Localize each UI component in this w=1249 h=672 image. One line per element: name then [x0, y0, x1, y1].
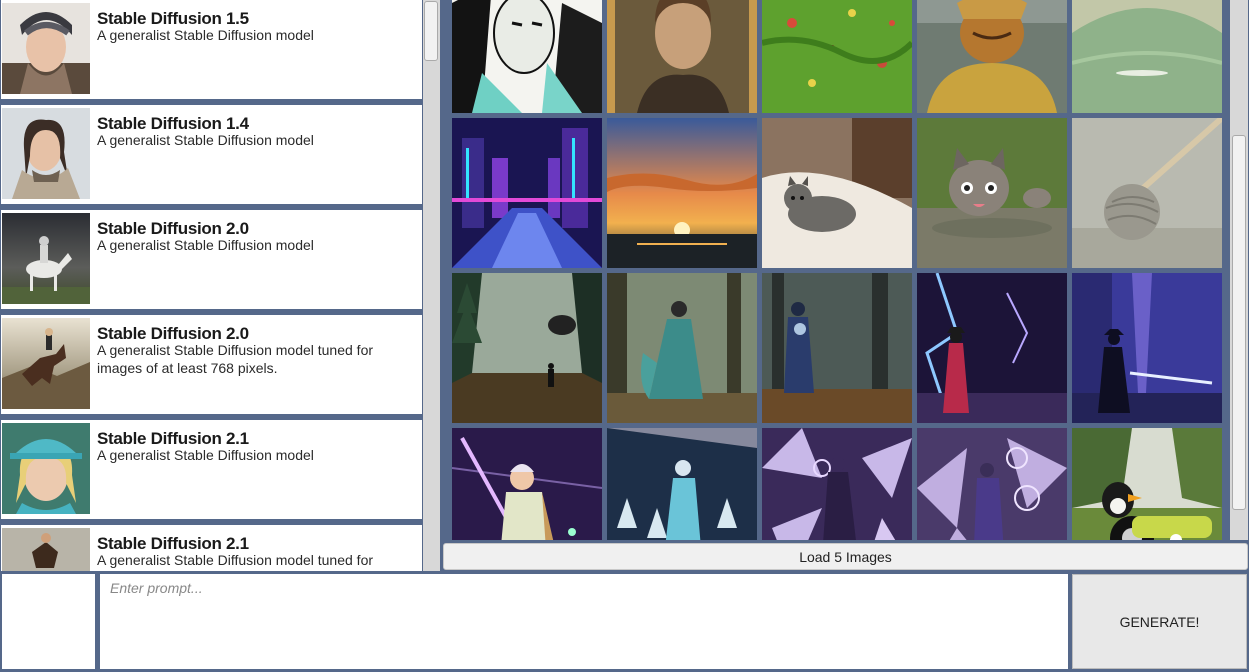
- model-thumbnail: [2, 213, 90, 304]
- gallery-scrollbar-thumb[interactable]: [1232, 135, 1246, 510]
- model-thumbnail: [2, 423, 90, 514]
- model-item[interactable]: Stable Diffusion 2.0 A generalist Stable…: [1, 315, 422, 414]
- model-thumbnail: [2, 528, 90, 571]
- gallery-image[interactable]: [452, 273, 602, 423]
- model-item[interactable]: Stable Diffusion 2.0 A generalist Stable…: [1, 210, 422, 309]
- model-description: A generalist Stable Diffusion model: [97, 132, 314, 148]
- model-description: A generalist Stable Diffusion model: [97, 447, 314, 463]
- gallery-image[interactable]: [607, 273, 757, 423]
- model-list-scrollbar-thumb[interactable]: [424, 1, 438, 61]
- gallery-image[interactable]: [917, 0, 1067, 113]
- gallery-image[interactable]: [917, 118, 1067, 268]
- gallery-image[interactable]: [607, 0, 757, 113]
- generate-button[interactable]: GENERATE!: [1072, 574, 1247, 669]
- model-description: A generalist Stable Diffusion model: [97, 237, 314, 253]
- image-gallery: [442, 0, 1229, 540]
- gallery-image[interactable]: [762, 273, 912, 423]
- model-item[interactable]: Stable Diffusion 2.1 A generalist Stable…: [1, 420, 422, 519]
- model-description: A generalist Stable Diffusion model: [97, 27, 314, 43]
- prompt-input[interactable]: [100, 574, 1068, 669]
- gallery-image[interactable]: [917, 428, 1067, 540]
- gallery-image[interactable]: [1072, 428, 1222, 540]
- model-thumbnail: [2, 3, 90, 94]
- gallery-image[interactable]: [1072, 0, 1222, 113]
- gallery-image[interactable]: [1072, 273, 1222, 423]
- gallery-image[interactable]: [452, 118, 602, 268]
- model-thumbnail: [2, 108, 90, 199]
- gallery-image[interactable]: [762, 0, 912, 113]
- gallery-image[interactable]: [1072, 118, 1222, 268]
- image-preview: [2, 574, 95, 669]
- gallery-image[interactable]: [452, 0, 602, 113]
- gallery-image[interactable]: [607, 118, 757, 268]
- model-item[interactable]: Stable Diffusion 1.5 A generalist Stable…: [1, 0, 422, 99]
- model-description: A generalist Stable Diffusion model tune…: [97, 552, 374, 568]
- gallery-image[interactable]: [917, 273, 1067, 423]
- model-item[interactable]: Stable Diffusion 1.4 A generalist Stable…: [1, 105, 422, 204]
- gallery-image[interactable]: [762, 118, 912, 268]
- gallery-image[interactable]: [452, 428, 602, 540]
- gallery-image[interactable]: [762, 428, 912, 540]
- gallery-scrollbar[interactable]: [1230, 0, 1248, 540]
- model-list: Stable Diffusion 1.5 A generalist Stable…: [0, 0, 422, 571]
- model-list-scrollbar[interactable]: [423, 0, 440, 571]
- model-thumbnail: [2, 318, 90, 409]
- gallery-image[interactable]: [607, 428, 757, 540]
- model-description: A generalist Stable Diffusion model tune…: [97, 342, 374, 376]
- model-item[interactable]: Stable Diffusion 2.1 A generalist Stable…: [1, 525, 422, 571]
- load-images-button[interactable]: Load 5 Images: [443, 543, 1248, 570]
